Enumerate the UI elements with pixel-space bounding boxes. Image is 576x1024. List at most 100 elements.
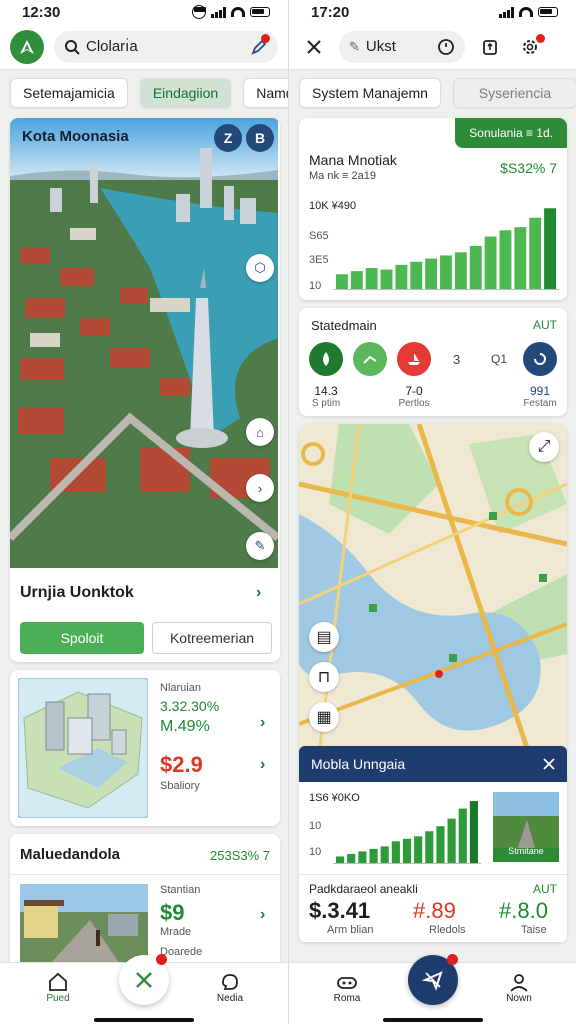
chart-bar-9 <box>425 831 434 864</box>
chart-bar-10 <box>469 246 482 290</box>
chart-bar-3 <box>365 268 378 290</box>
secondary-button[interactable]: Kotreemerian <box>152 622 272 654</box>
send-icon <box>422 971 443 991</box>
chart-card[interactable]: Sonulania ≡ 1d. Mana Mnotiak Ma nk ≡ 2a1… <box>299 118 567 300</box>
chart-bar-10 <box>436 826 445 864</box>
chart-bar-7 <box>402 838 412 864</box>
summary-value-1: $.3.41 <box>309 898 371 923</box>
stat-value-2: 7-0 <box>405 384 423 398</box>
chevron-right-icon[interactable]: › <box>246 474 274 502</box>
summary-value-3: #.8.0 <box>499 898 548 923</box>
hero-badge-b[interactable]: B <box>246 124 274 152</box>
tab-system-manajemn[interactable]: System Manajemn <box>299 78 441 108</box>
home-icon <box>49 972 67 991</box>
status-icons <box>499 6 558 18</box>
chart-badge[interactable]: Sonulania ≡ 1d. <box>455 118 567 148</box>
chart-bar-3 <box>358 851 367 864</box>
nav-home[interactable]: Pued <box>28 971 88 1004</box>
city-aerial-image <box>10 118 278 568</box>
close-fab-button[interactable] <box>119 954 169 1005</box>
search-bar[interactable]: ✎ Ukst <box>339 30 465 63</box>
stat-value-1: 14.3 <box>314 384 338 398</box>
popup-header: Mobla Unngaia <box>299 746 567 782</box>
stated-card[interactable]: Statedmain AUT 3 Q1 14.3 S ptim 7-0 Pert… <box>299 308 567 416</box>
expand-icon[interactable]: ⤢ <box>529 432 559 462</box>
summary-label-2: Rledols <box>429 924 466 936</box>
clock-icon[interactable] <box>437 38 455 56</box>
pencil-icon: ✎ <box>349 38 360 54</box>
left-pane: 12:30 Cloları̇a Setemajamicia Eindagiion… <box>0 0 288 1024</box>
stats-card[interactable]: Nlaruian 3.32.30% M.49% › $2.9 › Sbalior… <box>10 670 280 826</box>
status-icons <box>192 5 270 19</box>
city-hero-card[interactable]: Kota Moonasia Z B ⬡ ⌂ › ✎ Urnjia Uonktok… <box>10 118 280 662</box>
map-view[interactable]: ⤢ ▤ ⊓ ▦ <box>299 424 567 754</box>
close-button[interactable] <box>299 32 329 62</box>
bottom-navigation: Pued Nedia <box>0 954 288 1024</box>
stats-price: $2.9 <box>160 752 203 777</box>
ship-icon[interactable] <box>397 342 431 376</box>
nav-roma-label: Roma <box>333 993 361 1004</box>
settings-button[interactable] <box>515 32 545 62</box>
chart-icon[interactable] <box>353 342 387 376</box>
popup-panel[interactable]: Mobla Unngaia 1S6 ¥0KO 10 10 Stmitane Pa… <box>299 746 567 942</box>
search-input[interactable]: Cloları̇a <box>86 38 244 55</box>
send-fab-button[interactable] <box>408 954 458 1005</box>
summary-tag[interactable]: AUT <box>533 882 557 896</box>
list-card-value: 253S3% 7 <box>210 848 270 863</box>
battery-icon <box>250 7 270 17</box>
hero-badge-a[interactable]: Z <box>214 124 242 152</box>
list-card[interactable]: Maluedandola 253S3% 7 Stantian $9 › Mrad… <box>10 834 280 974</box>
chair-icon[interactable]: ⊓ <box>309 662 339 692</box>
status-time: 12:30 <box>22 3 61 21</box>
nav-roma[interactable]: Roma <box>317 971 377 1004</box>
tool-icon[interactable]: ✎ <box>246 532 274 560</box>
isometric-map-image <box>18 678 148 818</box>
close-icon[interactable] <box>543 758 555 770</box>
search-input[interactable]: Ukst <box>366 38 431 55</box>
chart-bar-4 <box>369 848 378 864</box>
stated-tag[interactable]: AUT <box>533 318 557 332</box>
popup-bar-chart <box>333 801 481 864</box>
chart-bar-12 <box>499 230 512 290</box>
battery-icon <box>538 7 558 17</box>
chevron-right-icon[interactable]: › <box>260 756 265 774</box>
chevron-right-icon[interactable]: › <box>260 714 265 732</box>
chart-bar-1 <box>336 274 348 290</box>
y-axis-label-2: S65 <box>309 230 329 242</box>
summary-label-3: Taise <box>521 924 547 936</box>
building-icon[interactable]: ⌂ <box>246 418 274 446</box>
chevron-right-icon[interactable]: › <box>256 584 261 602</box>
layers-icon[interactable]: ⬡ <box>246 254 274 282</box>
chart-bar-12 <box>458 808 467 864</box>
stated-mid-b: Q1 <box>491 352 508 366</box>
leaf-icon[interactable] <box>309 342 343 376</box>
signal-icon <box>211 6 226 18</box>
tab-namd[interactable]: Namd <box>243 78 288 108</box>
status-time: 17:20 <box>311 3 350 21</box>
chevron-right-icon[interactable]: › <box>260 906 265 924</box>
user-icon <box>510 974 528 992</box>
tab-eindagiion[interactable]: Eindagiion <box>139 78 232 108</box>
document-icon[interactable]: ▤ <box>309 622 339 652</box>
tab-syseriencia[interactable]: Syseriencia <box>452 78 576 108</box>
notification-dot <box>261 33 270 43</box>
chart-bar-13 <box>469 801 478 864</box>
category-tabs: System Manajemn Syseriencia <box>289 70 576 114</box>
calendar-icon[interactable]: ▦ <box>309 702 339 732</box>
refresh-icon[interactable] <box>523 342 557 376</box>
primary-button[interactable]: Spoloit <box>20 622 144 654</box>
chart-bar-1 <box>336 856 345 864</box>
stats-value-1: 3.32.30% <box>160 698 220 714</box>
y-axis-label-4: 10 <box>309 280 322 292</box>
tab-setemajamicia[interactable]: Setemajamicia <box>10 78 128 108</box>
nav-media-label: Nedia <box>216 993 244 1004</box>
divider <box>299 874 567 875</box>
share-button[interactable] <box>475 32 505 62</box>
chart-bar-8 <box>414 836 423 864</box>
app-logo-icon[interactable] <box>10 29 44 64</box>
chart-value: $S32% 7 <box>500 160 557 176</box>
chart-bar-2 <box>347 853 356 864</box>
nav-profile[interactable]: Nown <box>489 971 549 1004</box>
search-bar[interactable]: Cloları̇a <box>54 30 278 63</box>
nav-media[interactable]: Nedia <box>200 971 260 1004</box>
